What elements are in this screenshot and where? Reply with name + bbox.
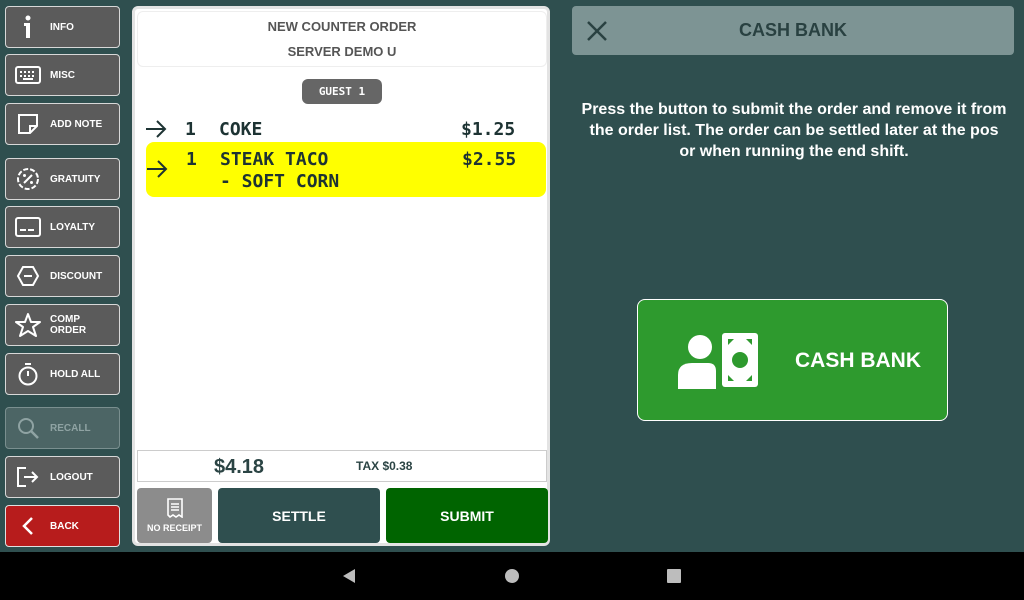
item-name: COKE [219, 119, 263, 140]
comp-order-button[interactable]: COMP ORDER [5, 304, 120, 346]
arrow-right-icon [146, 120, 167, 138]
search-icon [6, 408, 50, 448]
order-item-steak-taco[interactable]: 1 STEAK TACO $2.55 - SOFT CORN [146, 142, 546, 197]
item-qty: 1 [185, 119, 196, 140]
order-tax: TAX $0.38 [356, 459, 413, 473]
cash-bank-button[interactable]: CASH BANK [637, 299, 948, 421]
arrow-right-icon [147, 160, 168, 178]
guest-badge[interactable]: GUEST 1 [302, 79, 382, 104]
recall-label: RECALL [50, 422, 91, 434]
order-item-coke[interactable]: 1 COKE $1.25 [145, 113, 545, 145]
misc-label: MISC [50, 69, 75, 81]
cash-bank-label: CASH BANK [795, 349, 921, 372]
receipt-icon [166, 498, 183, 518]
misc-button[interactable]: MISC [5, 54, 120, 96]
note-icon [6, 104, 50, 144]
order-title: NEW COUNTER ORDER [267, 19, 417, 34]
gratuity-button[interactable]: GRATUITY [5, 158, 120, 200]
percent-badge-icon [6, 159, 50, 199]
server-name: SERVER DEMO U [287, 44, 397, 59]
item-modifier: - SOFT CORN [220, 171, 340, 192]
card-icon [6, 207, 50, 247]
app: INFO MISC ADD NOTE GRATUITY LOYALTY DISC… [0, 0, 1024, 552]
info-label: INFO [50, 21, 74, 33]
home-circle-icon[interactable] [504, 568, 520, 584]
item-qty: 1 [186, 149, 197, 170]
add-note-label: ADD NOTE [50, 118, 103, 130]
order-header: NEW COUNTER ORDER SERVER DEMO U [137, 11, 547, 67]
item-price: $1.25 [461, 119, 516, 140]
cash-bank-header: CASH BANK [572, 6, 1014, 55]
back-triangle-icon[interactable] [341, 568, 357, 584]
discount-button[interactable]: DISCOUNT [5, 255, 120, 297]
back-button[interactable]: BACK [5, 505, 120, 547]
no-receipt-button[interactable]: NO RECEIPT [137, 488, 212, 543]
order-total: $4.18 [214, 456, 265, 478]
settle-button[interactable]: SETTLE [218, 488, 380, 543]
stopwatch-icon [6, 354, 50, 394]
system-nav-bar [0, 552, 1024, 600]
recents-square-icon[interactable] [666, 568, 682, 584]
totals-bar: $4.18 TAX $0.38 [137, 450, 547, 482]
back-label: BACK [50, 520, 79, 532]
loyalty-button[interactable]: LOYALTY [5, 206, 120, 248]
comp-order-label: COMP ORDER [50, 314, 87, 336]
chevron-left-icon [6, 506, 50, 546]
instructions-text: Press the button to submit the order and… [581, 101, 1007, 160]
info-button[interactable]: INFO [5, 6, 120, 48]
keyboard-icon [6, 55, 50, 95]
submit-button[interactable]: SUBMIT [386, 488, 548, 543]
loyalty-label: LOYALTY [50, 221, 96, 233]
discount-label: DISCOUNT [50, 270, 103, 282]
item-price: $2.55 [462, 149, 517, 170]
panel-title: CASH BANK [739, 20, 847, 40]
add-note-button[interactable]: ADD NOTE [5, 103, 120, 145]
hold-all-button[interactable]: HOLD ALL [5, 353, 120, 395]
item-name: STEAK TACO [220, 149, 329, 170]
logout-button[interactable]: LOGOUT [5, 456, 120, 498]
recall-button[interactable]: RECALL [5, 407, 120, 449]
gratuity-label: GRATUITY [50, 173, 101, 185]
cash-bank-icon [678, 333, 758, 389]
logout-icon [6, 457, 50, 497]
info-icon [6, 7, 50, 47]
hold-all-label: HOLD ALL [50, 368, 101, 380]
no-receipt-label: NO RECEIPT [146, 523, 202, 533]
logout-label: LOGOUT [50, 471, 93, 483]
discount-tag-icon [6, 256, 50, 296]
star-icon [6, 305, 50, 345]
order-panel: NEW COUNTER ORDER SERVER DEMO U GUEST 1 … [132, 6, 550, 546]
